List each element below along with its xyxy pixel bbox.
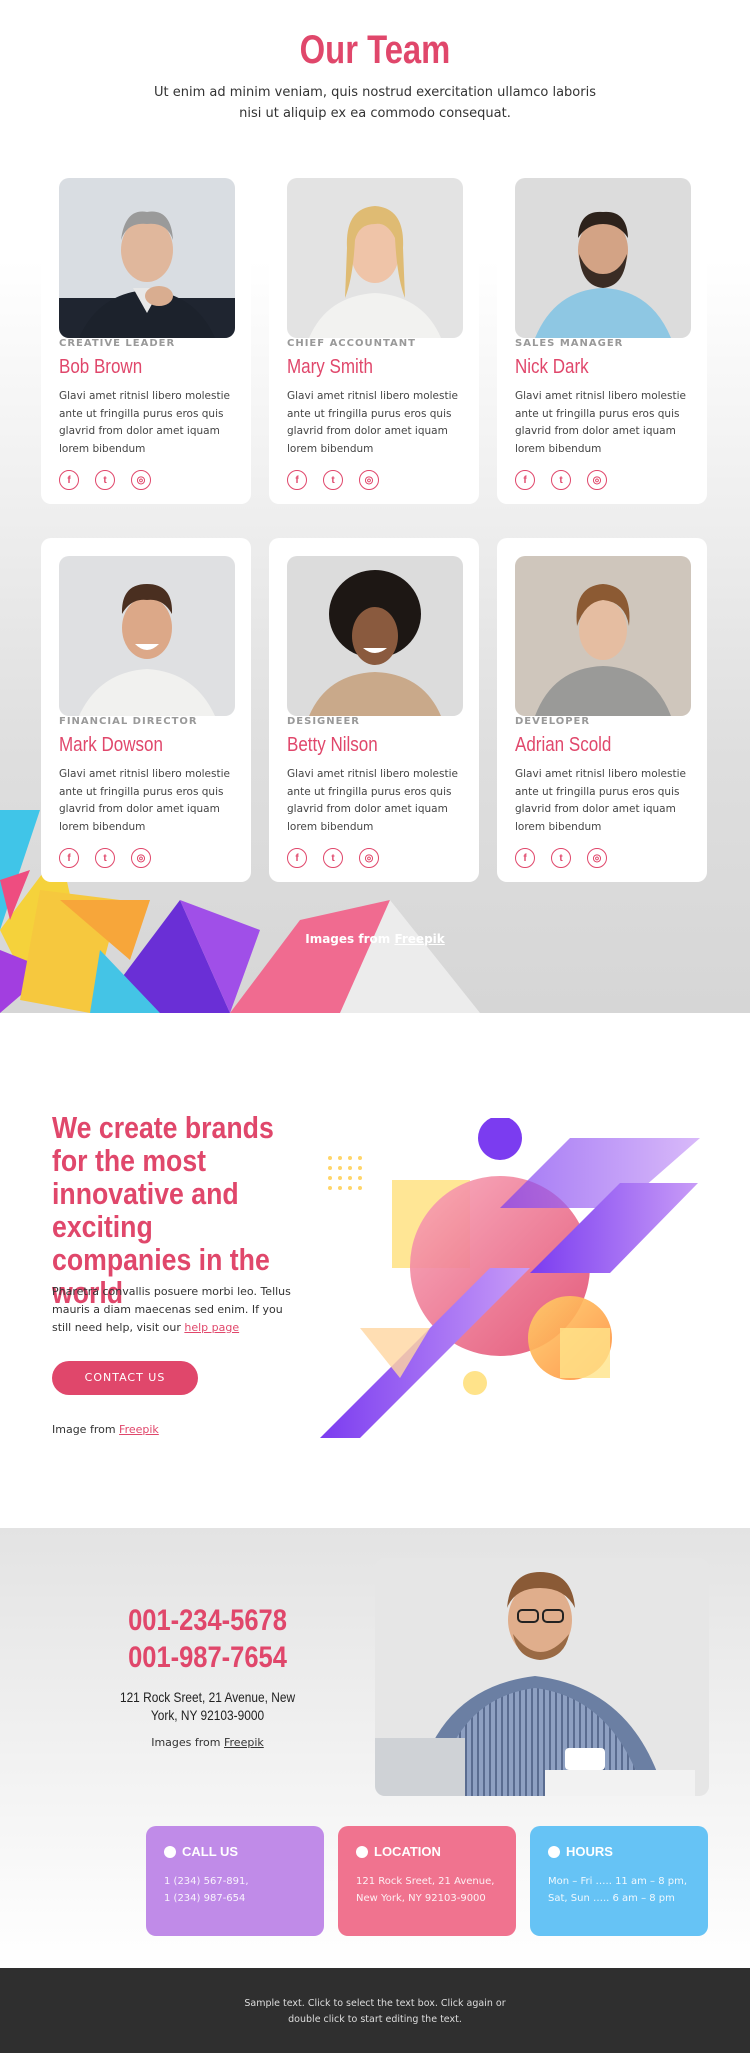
member-name: Nick Dark [515, 356, 589, 378]
team-card: FINANCIAL DIRECTOR Mark Dowson Glavi ame… [41, 538, 251, 882]
brands-body: Pharetra convallis posuere morbi leo. Te… [52, 1285, 291, 1334]
instagram-icon[interactable]: ◎ [359, 848, 379, 868]
social-links: f t ◎ [59, 470, 151, 490]
footer-text[interactable]: Sample text. Click to select the text bo… [0, 1996, 750, 2012]
section-subtitle: Ut enim ad minim veniam, quis nostrud ex… [154, 85, 596, 121]
brands-heading: We create brands for the most innovative… [52, 1110, 274, 1310]
member-description: Glavi amet ritnisl libero molestie ante … [59, 768, 230, 833]
member-photo [515, 178, 691, 338]
card-line: Mon – Fri ….. 11 am – 8 pm, [548, 1876, 688, 1887]
member-description: Glavi amet ritnisl libero molestie ante … [59, 390, 230, 455]
card-line: 1 (234) 567-891, [164, 1876, 249, 1887]
twitter-icon[interactable]: t [95, 848, 115, 868]
twitter-icon[interactable]: t [323, 848, 343, 868]
abstract-illustration [320, 1118, 700, 1438]
instagram-icon[interactable]: ◎ [359, 470, 379, 490]
contact-us-button[interactable]: CONTACT US [52, 1361, 198, 1395]
member-role: SALES MANAGER [515, 338, 624, 349]
footer-text[interactable]: double click to start editing the text. [0, 2012, 750, 2028]
twitter-icon[interactable]: t [95, 470, 115, 490]
member-name: Mark Dowson [59, 734, 163, 756]
member-description: Glavi amet ritnisl libero molestie ante … [287, 768, 458, 833]
team-card: CHIEF ACCOUNTANT Mary Smith Glavi amet r… [269, 160, 479, 504]
instagram-icon[interactable]: ◎ [131, 848, 151, 868]
facebook-icon[interactable]: f [59, 848, 79, 868]
member-role: CREATIVE LEADER [59, 338, 176, 349]
card-line: Sat, Sun ….. 6 am – 8 pm [548, 1893, 675, 1904]
member-photo [287, 556, 463, 716]
member-name: Adrian Scold [515, 734, 612, 756]
twitter-icon[interactable]: t [551, 470, 571, 490]
card-title: HOURS [566, 1844, 613, 1859]
facebook-icon[interactable]: f [59, 470, 79, 490]
facebook-icon[interactable]: f [287, 848, 307, 868]
facebook-icon[interactable]: f [515, 848, 535, 868]
credit-link[interactable]: Freepik [394, 932, 444, 946]
facebook-icon[interactable]: f [287, 470, 307, 490]
member-role: DEVELOPER [515, 716, 591, 727]
member-photo [287, 178, 463, 338]
social-links: f t ◎ [515, 848, 607, 868]
team-card: CREATIVE LEADER Bob Brown Glavi amet rit… [41, 160, 251, 504]
clock-icon [548, 1845, 560, 1858]
phone-icon [164, 1845, 176, 1858]
card-line: 121 Rock Sreet, 21 Avenue, [356, 1876, 495, 1887]
instagram-icon[interactable]: ◎ [587, 470, 607, 490]
team-card: SALES MANAGER Nick Dark Glavi amet ritni… [497, 160, 707, 504]
card-line: 1 (234) 987-654 [164, 1893, 246, 1904]
social-links: f t ◎ [59, 848, 151, 868]
member-photo [59, 178, 235, 338]
contact-photo [375, 1558, 709, 1796]
phone-number[interactable]: 001-234-5678 [116, 1602, 299, 1639]
address-line: 121 Rock Sreet, 21 Avenue, New [119, 1689, 296, 1705]
credit-link[interactable]: Freepik [224, 1736, 264, 1749]
member-role: DESIGNEER [287, 716, 360, 727]
image-credit: Image from Freepik [52, 1423, 159, 1436]
member-description: Glavi amet ritnisl libero molestie ante … [515, 768, 686, 833]
card-title: CALL US [182, 1844, 239, 1859]
card-line: New York, NY 92103-9000 [356, 1893, 486, 1904]
member-description: Glavi amet ritnisl libero molestie ante … [287, 390, 458, 455]
location-pin-icon [356, 1845, 368, 1858]
twitter-icon[interactable]: t [551, 848, 571, 868]
twitter-icon[interactable]: t [323, 470, 343, 490]
help-page-link[interactable]: help page [184, 1321, 239, 1334]
phone-number[interactable]: 001-987-7654 [116, 1639, 299, 1676]
credit-prefix: Images from [151, 1736, 221, 1749]
credit-prefix: Images from [305, 932, 391, 946]
address: 121 Rock Sreet, 21 Avenue, New York, NY … [116, 1688, 299, 1724]
social-links: f t ◎ [287, 470, 379, 490]
instagram-icon[interactable]: ◎ [131, 470, 151, 490]
member-photo [59, 556, 235, 716]
social-links: f t ◎ [515, 470, 607, 490]
location-card: LOCATION 121 Rock Sreet, 21 Avenue, New … [338, 1826, 516, 1936]
team-card: DESIGNEER Betty Nilson Glavi amet ritnis… [269, 538, 479, 882]
image-credit: Images from Freepik [0, 932, 750, 946]
section-title: Our Team [299, 28, 451, 72]
brands-text: Pharetra convallis posuere morbi leo. Te… [52, 1283, 292, 1337]
credit-link[interactable]: Freepik [119, 1423, 159, 1436]
call-us-card: CALL US 1 (234) 567-891, 1 (234) 987-654 [146, 1826, 324, 1936]
credit-prefix: Image from [52, 1423, 116, 1436]
brands-section: We create brands for the most innovative… [0, 1013, 750, 1528]
member-role: CHIEF ACCOUNTANT [287, 338, 416, 349]
member-description: Glavi amet ritnisl libero molestie ante … [515, 390, 686, 455]
member-name: Bob Brown [59, 356, 143, 378]
member-name: Mary Smith [287, 356, 373, 378]
member-name: Betty Nilson [287, 734, 378, 756]
image-credit: Images from Freepik [100, 1736, 315, 1749]
instagram-icon[interactable]: ◎ [587, 848, 607, 868]
member-photo [515, 556, 691, 716]
card-title: LOCATION [374, 1844, 441, 1859]
contact-section: 001-234-5678 001-987-7654 121 Rock Sreet… [0, 1528, 750, 1968]
footer: Sample text. Click to select the text bo… [0, 1968, 750, 2053]
social-links: f t ◎ [287, 848, 379, 868]
team-card: DEVELOPER Adrian Scold Glavi amet ritnis… [497, 538, 707, 882]
address-line: York, NY 92103-9000 [150, 1707, 265, 1723]
facebook-icon[interactable]: f [515, 470, 535, 490]
phone-numbers: 001-234-5678 001-987-7654 [116, 1602, 299, 1676]
hours-card: HOURS Mon – Fri ….. 11 am – 8 pm, Sat, S… [530, 1826, 708, 1936]
member-role: FINANCIAL DIRECTOR [59, 716, 198, 727]
team-section: Our Team Ut enim ad minim veniam, quis n… [0, 0, 750, 1013]
